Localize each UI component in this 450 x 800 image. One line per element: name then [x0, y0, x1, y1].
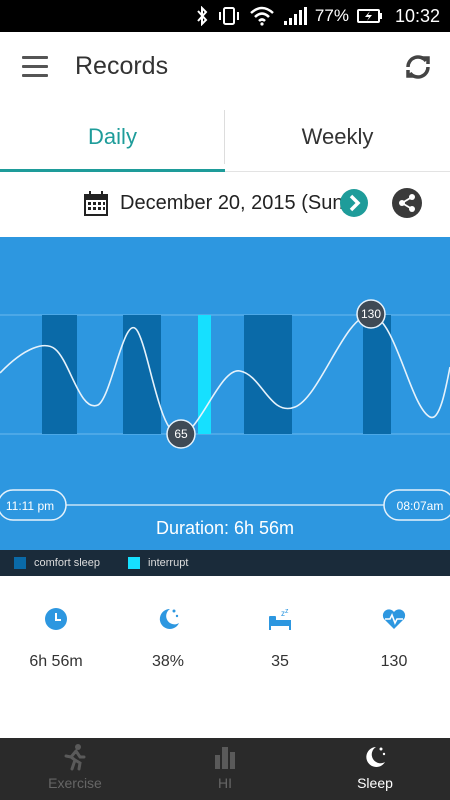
legend-comfort-sleep-label: comfort sleep — [34, 557, 101, 569]
wifi-icon — [249, 6, 275, 26]
clock-icon — [45, 608, 67, 630]
comfort-sleep-block — [42, 315, 77, 434]
legend-comfort-sleep: comfort sleep — [14, 557, 100, 569]
nav-sleep[interactable]: Sleep — [300, 738, 450, 800]
page-title: Records — [75, 52, 169, 80]
stat-heart-rate: 130 — [338, 606, 450, 671]
legend-interrupt: interrupt — [128, 557, 188, 569]
menu-icon[interactable] — [22, 56, 48, 78]
tab-daily[interactable]: Daily — [0, 102, 225, 172]
stat-duration-value: 6h 56m — [29, 653, 83, 670]
nav-hi[interactable]: HI — [150, 738, 300, 800]
battery-percent: 77% — [314, 6, 349, 25]
legend-interrupt-label: interrupt — [148, 557, 189, 569]
min-marker-label: 65 — [174, 427, 188, 441]
start-time-label: 11:11 pm — [6, 499, 54, 513]
runner-icon — [64, 744, 86, 771]
tab-weekly[interactable]: Weekly — [225, 102, 450, 172]
tab-daily-label: Daily — [88, 124, 137, 149]
stat-comfort-percent-value: 38% — [151, 653, 185, 670]
duration-label: Duration: 6h 56m — [155, 518, 295, 538]
bluetooth-icon — [195, 6, 209, 26]
bottom-nav: Exercise HI Sleep — [0, 738, 450, 800]
comfort-sleep-block — [244, 315, 292, 434]
nav-hi-label: HI — [218, 775, 232, 791]
selected-date: December 20, 2015 (Sun) — [120, 192, 351, 214]
end-time-label: 08:07am — [397, 499, 444, 513]
heart-rate-icon — [382, 609, 406, 629]
nav-exercise-label: Exercise — [48, 775, 102, 791]
share-icon[interactable] — [392, 188, 422, 218]
moon-stars-icon — [366, 747, 386, 767]
nav-exercise[interactable]: Exercise — [0, 738, 150, 800]
interrupt-swatch — [128, 557, 141, 569]
comfort-sleep-block — [363, 315, 391, 434]
bar-chart-icon — [215, 747, 235, 769]
comfort-sleep-block — [123, 315, 161, 434]
sleep-chart-graphic: 11:11 pm 08:07am 130 65 — [0, 299, 450, 521]
sleep-chart: 11:11 pm 08:07am 130 65 Duration: 6h 56m — [0, 237, 450, 550]
stat-heart-rate-value: 130 — [380, 653, 408, 670]
stat-sleep-count: z z 35 — [224, 606, 336, 671]
battery-charging-icon — [356, 8, 383, 24]
app-bar: Records — [0, 32, 450, 102]
nav-sleep-label: Sleep — [357, 775, 393, 791]
tab-bar: Daily Weekly — [0, 102, 450, 172]
tab-weekly-label: Weekly — [301, 124, 374, 149]
svg-text:z: z — [285, 608, 289, 615]
signal-icon — [283, 6, 307, 26]
date-bar: December 20, 2015 (Sun) — [0, 172, 450, 237]
refresh-icon[interactable] — [400, 49, 436, 85]
moon-stars-icon — [159, 608, 179, 629]
sleep-stats: 6h 56m 38% z z 35 130 — [0, 576, 450, 738]
clock-time: 10:32 — [394, 5, 440, 26]
vibrate-icon — [217, 6, 241, 26]
calendar-icon[interactable] — [83, 191, 109, 217]
max-marker-label: 130 — [361, 307, 381, 321]
chevron-right-icon[interactable] — [340, 189, 368, 217]
stat-duration: 6h 56m — [0, 606, 112, 671]
chart-legend: comfort sleep interrupt — [0, 550, 450, 576]
bed-zzz-icon: z z — [269, 608, 291, 630]
comfort-sleep-swatch — [14, 557, 26, 569]
stat-comfort-percent: 38% — [112, 606, 224, 671]
stat-sleep-count-value: 35 — [271, 653, 289, 670]
status-bar: 77% 10:32 — [0, 0, 450, 32]
